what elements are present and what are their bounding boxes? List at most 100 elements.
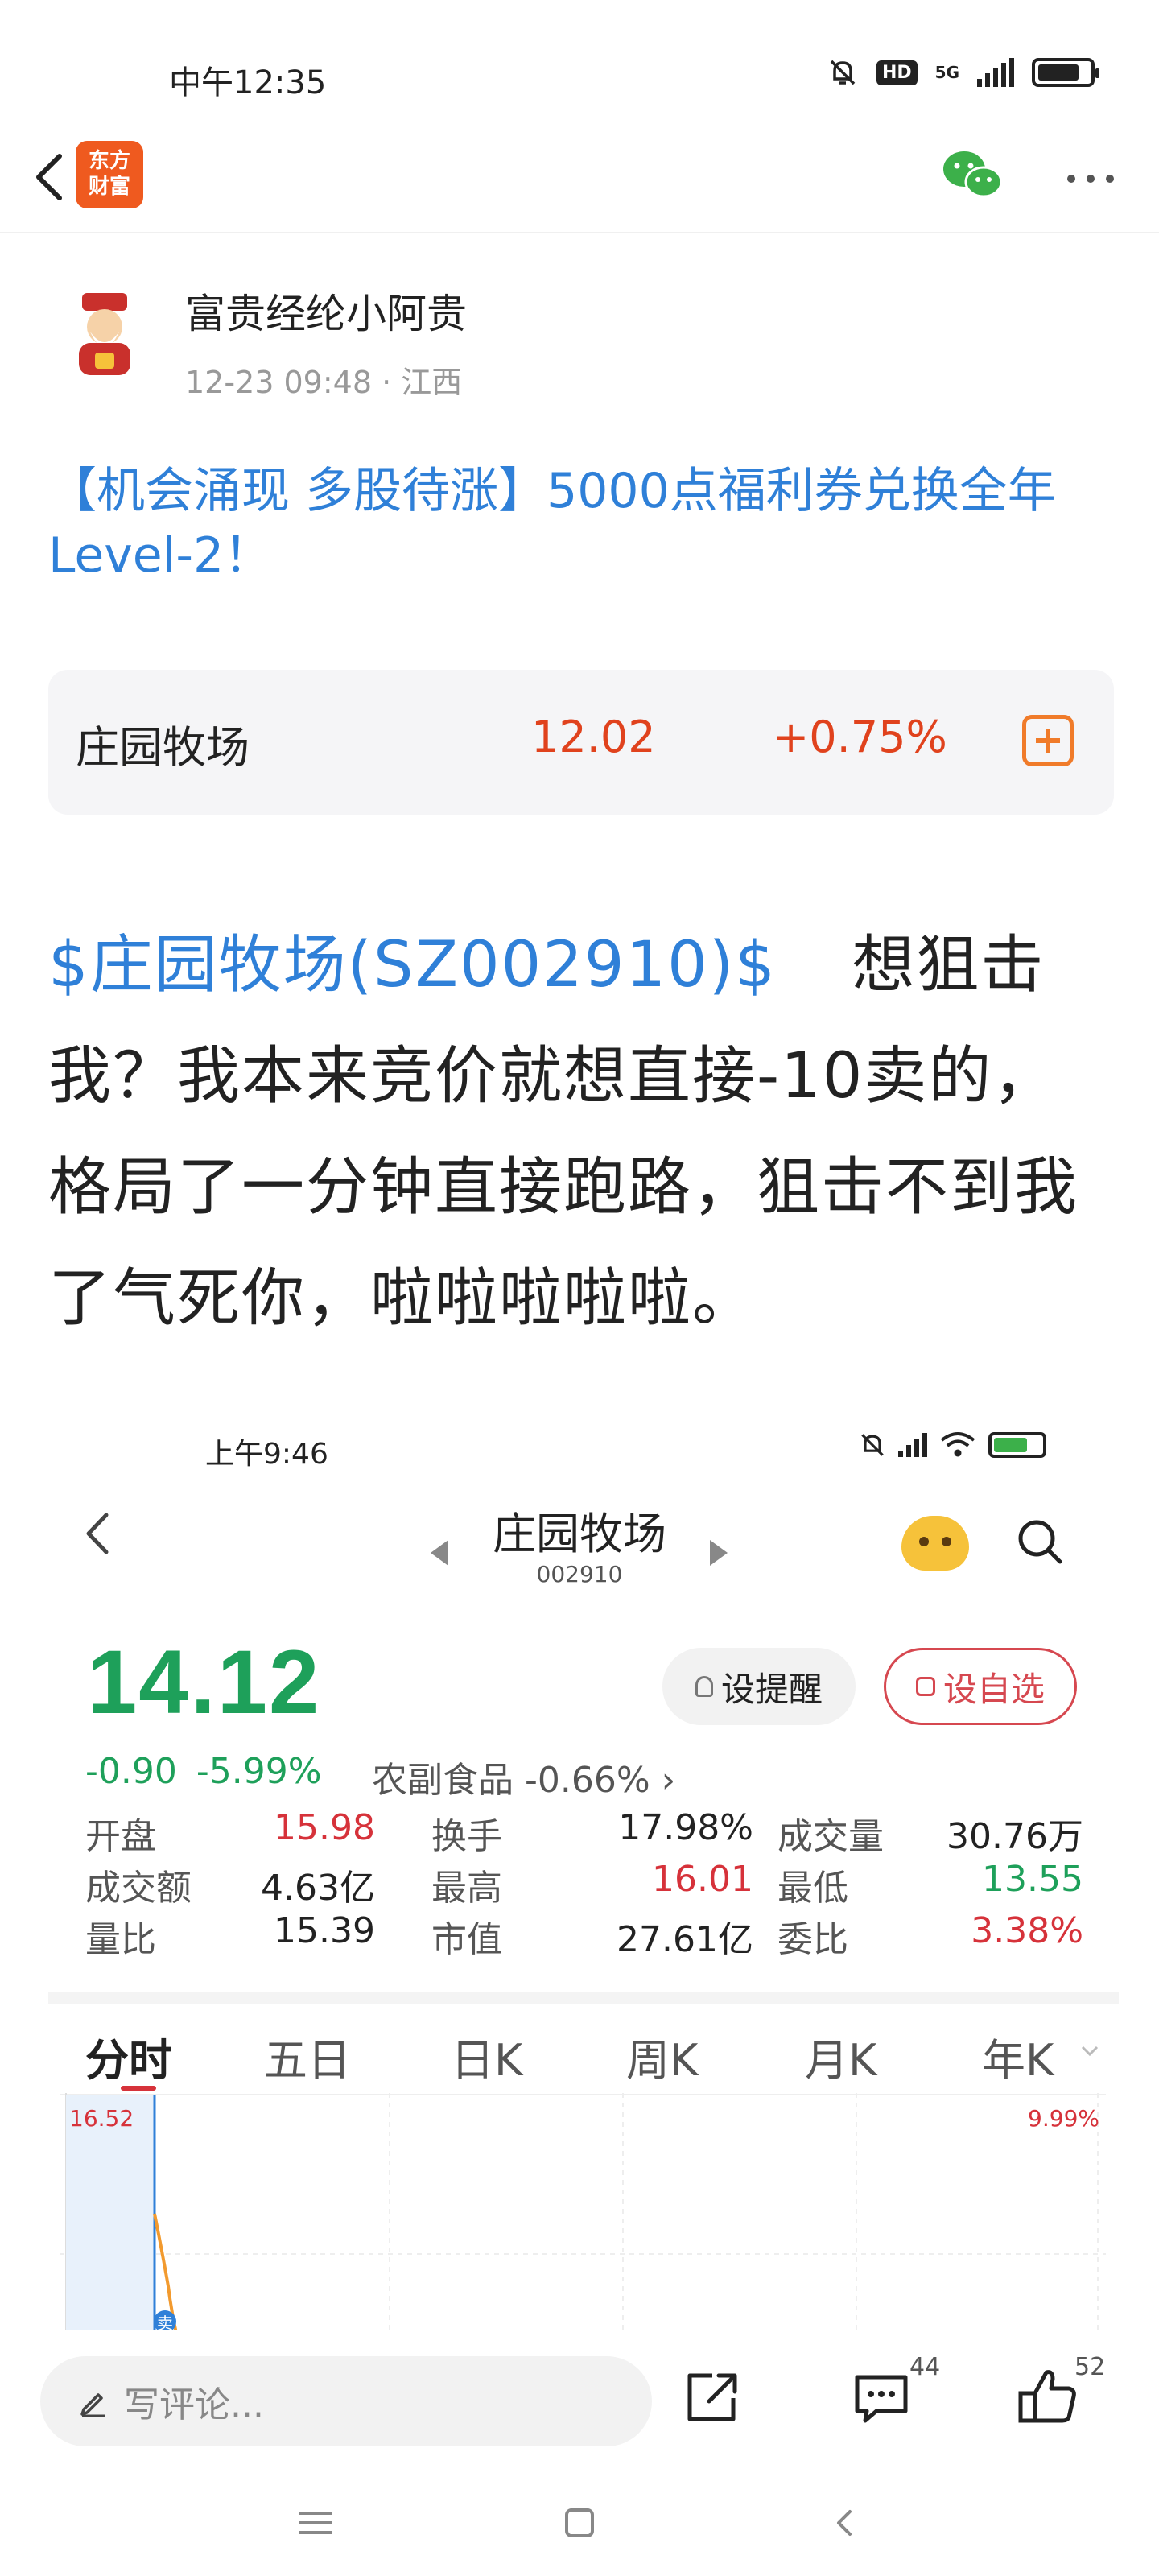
thumbs-up-icon <box>1018 2370 1076 2423</box>
more-button[interactable] <box>1054 147 1127 211</box>
shot-stock-name: 庄园牧场 <box>493 1509 666 1559</box>
recent-apps-button[interactable] <box>299 2512 332 2536</box>
post-date: 12-23 09:48 <box>185 365 373 400</box>
comment-icon <box>855 2375 908 2423</box>
active-tab-indicator <box>121 2086 156 2091</box>
charging-battery-icon <box>988 1432 1046 1458</box>
stat-label: 换手 <box>431 1816 502 1857</box>
stock-link[interactable]: $庄园牧场(SZ002910)$ <box>48 929 777 1001</box>
add-to-watchlist-button[interactable] <box>1022 715 1074 766</box>
tab-yearly-k[interactable]: 年K <box>982 2025 1054 2088</box>
bell-icon <box>695 1676 713 1697</box>
system-nav-bar <box>0 2463 1159 2576</box>
signal-icon <box>977 58 1014 87</box>
stat-label: 最低 <box>777 1868 848 1909</box>
home-button[interactable] <box>565 2508 594 2537</box>
network-type: 5G <box>934 63 959 82</box>
mute-bell-icon <box>830 60 856 85</box>
stat-value: 30.76万 <box>947 1816 1083 1857</box>
stat-label: 成交量 <box>777 1816 884 1857</box>
mute-bell-icon <box>861 1434 884 1456</box>
hd-badge: HD <box>876 60 918 85</box>
sector-link[interactable]: 农副食品 -0.66% › <box>372 1751 675 1802</box>
logo-line-2: 财富 <box>88 175 130 199</box>
status-time: 中午12:35 <box>169 64 327 101</box>
stat-value: 3.38% <box>971 1910 1083 1951</box>
set-alert-label: 设提醒 <box>720 1669 823 1709</box>
intraday-chart[interactable]: 卖 <box>60 2093 1106 2339</box>
chevron-down-icon[interactable] <box>1080 2045 1099 2058</box>
shot-back-button[interactable] <box>80 1505 129 1562</box>
author-header: 富贵经纶小阿贵 12-23 09:48 · 江西 <box>48 274 1111 411</box>
stat-label: 市值 <box>431 1919 502 1960</box>
stock-card-change: +0.75% <box>773 712 947 762</box>
top-nav: 东方 财富 <box>0 129 1159 233</box>
tab-intraday[interactable]: 分时 <box>85 2025 172 2088</box>
stat-value: 17.98% <box>618 1807 753 1848</box>
stat-label: 最高 <box>431 1868 502 1909</box>
tab-five-day[interactable]: 五日 <box>264 2025 351 2088</box>
embedded-screenshot[interactable]: 上午9:46 庄园牧场 002910 14.12 设提醒 设自选 -0.90 -5… <box>48 1413 1119 2339</box>
app-logo[interactable]: 东方 财富 <box>76 141 143 208</box>
add-watchlist-label: 设自选 <box>942 1669 1045 1709</box>
search-icon <box>1018 1520 1062 1564</box>
stat-value: 16.01 <box>652 1859 753 1900</box>
stat-label: 委比 <box>777 1919 848 1960</box>
status-bar: 中午12:35 HD 5G <box>0 0 1159 145</box>
battery-icon <box>1032 58 1099 87</box>
tab-weekly-k[interactable]: 周K <box>626 2025 698 2088</box>
shot-stock-code: 002910 <box>536 1561 623 1587</box>
stat-value: 13.55 <box>982 1859 1083 1900</box>
share-icon <box>687 2373 737 2421</box>
stock-card-price: 12.02 <box>531 712 656 762</box>
more-dot <box>1087 175 1095 183</box>
tab-daily-k[interactable]: 日K <box>451 2025 522 2088</box>
shot-current-price: 14.12 <box>87 1632 321 1732</box>
post-body: $庄园牧场(SZ002910)$ 想狙击我？我本来竞价就想直接-10卖的，格局了… <box>48 910 1119 1354</box>
search-button[interactable] <box>1016 1517 1064 1566</box>
author-meta: 12-23 09:48 · 江西 <box>185 357 462 402</box>
system-back-button[interactable] <box>829 2507 861 2539</box>
avatar[interactable] <box>64 290 145 378</box>
back-button[interactable] <box>16 145 80 209</box>
stock-quote-card[interactable]: 庄园牧场 12.02 +0.75% <box>48 670 1114 815</box>
tab-monthly-k[interactable]: 月K <box>805 2025 876 2088</box>
comment-input[interactable]: 写评论... <box>40 2356 652 2446</box>
mascot-icon[interactable] <box>901 1516 969 1571</box>
wechat-share-button[interactable] <box>940 147 1004 211</box>
stat-label: 量比 <box>85 1919 156 1960</box>
more-dot <box>1106 175 1114 183</box>
comment-count: 44 <box>909 2353 941 2381</box>
shot-status-icons <box>858 1430 1046 1459</box>
like-count: 52 <box>1074 2353 1106 2381</box>
stat-value: 27.61亿 <box>617 1919 753 1960</box>
stat-value: 15.39 <box>274 1910 375 1951</box>
stat-label: 成交额 <box>85 1868 192 1909</box>
next-stock-arrow-icon[interactable] <box>710 1540 728 1566</box>
post-location: · 江西 <box>382 365 463 400</box>
stat-label: 开盘 <box>85 1816 156 1857</box>
author-name[interactable]: 富贵经纶小阿贵 <box>185 282 467 340</box>
prev-stock-arrow-icon[interactable] <box>431 1540 448 1566</box>
shot-status-time: 上午9:46 <box>205 1438 328 1471</box>
system-back-icon <box>837 2510 852 2536</box>
chevron-left-icon <box>86 1513 109 1554</box>
stat-value: 4.63亿 <box>261 1868 375 1909</box>
add-watchlist-button[interactable]: 设自选 <box>884 1648 1077 1725</box>
wifi-icon <box>940 1432 975 1457</box>
share-button[interactable] <box>680 2366 744 2430</box>
stock-card-name: 庄园牧场 <box>76 722 250 773</box>
chart-high-pct: 9.99% <box>1028 2105 1099 2132</box>
set-alert-button[interactable]: 设提醒 <box>662 1648 856 1725</box>
shot-change-pct: -5.99% <box>196 1751 322 1792</box>
stat-value: 15.98 <box>274 1807 375 1848</box>
signal-icon <box>898 1433 927 1457</box>
bottom-action-bar: 写评论... 44 52 <box>0 2330 1159 2459</box>
logo-line-1: 东方 <box>88 149 130 173</box>
wechat-icon <box>943 151 1003 198</box>
watchlist-icon <box>915 1677 935 1696</box>
shot-change-value: -0.90 <box>85 1751 177 1792</box>
like-button[interactable] <box>1014 2363 1082 2430</box>
chart-high-price: 16.52 <box>69 2105 134 2132</box>
post-title-link[interactable]: 【机会涌现 多股待涨】5000点福利券兑换全年Level-2！ <box>48 459 1119 588</box>
